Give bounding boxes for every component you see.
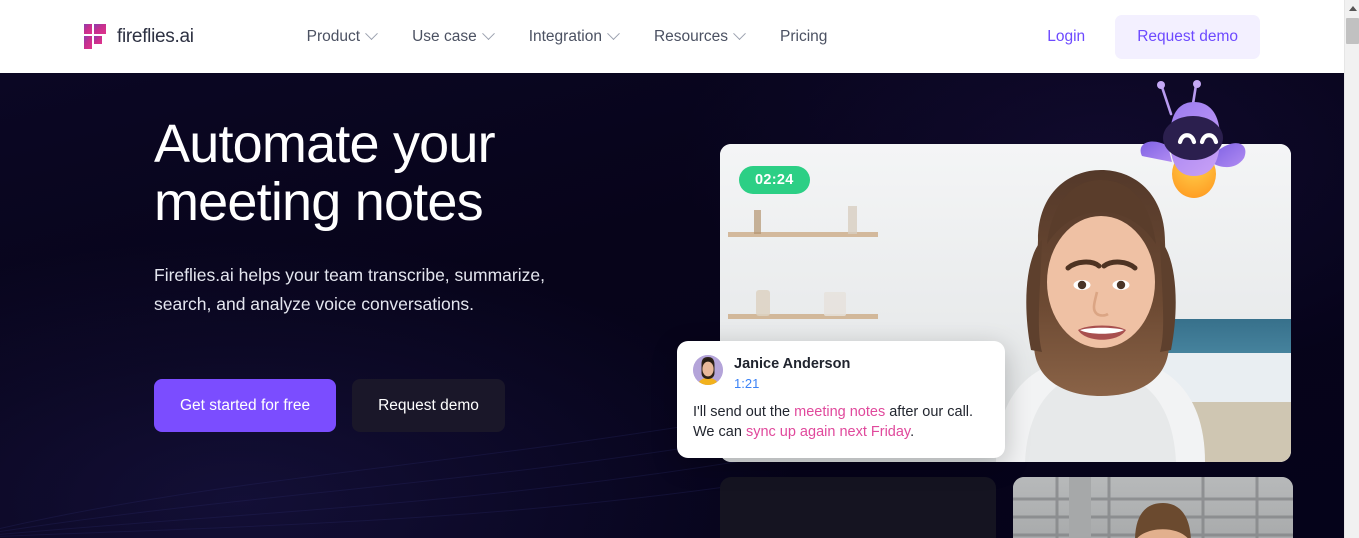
nav-item-integration[interactable]: Integration: [511, 18, 636, 56]
hero-request-demo-button[interactable]: Request demo: [352, 379, 505, 432]
nav-label: Pricing: [780, 27, 828, 45]
nav-item-pricing[interactable]: Pricing: [762, 18, 845, 56]
comment-author: Janice Anderson: [734, 356, 851, 372]
comment-meta: Janice Anderson 1:21: [734, 355, 850, 391]
fireflies-logo-circle-card[interactable]: [720, 477, 996, 538]
comment-line1-pre: I'll send out the: [693, 404, 795, 420]
timestamp-badge: 02:24: [739, 166, 810, 194]
nav-label: Use case: [412, 27, 477, 45]
nav-label: Product: [306, 27, 361, 45]
request-demo-button[interactable]: Request demo: [1115, 14, 1260, 59]
chevron-down-icon: [733, 27, 746, 41]
fireflies-robot-mascot-icon: [1140, 78, 1250, 206]
page-content: fireflies.ai Product Use case Integratio…: [0, 0, 1344, 538]
secondary-cards-row: [720, 477, 1344, 538]
headline-line-1: Automate your: [154, 114, 496, 174]
nav-item-product[interactable]: Product: [289, 18, 394, 56]
brand-logo[interactable]: fireflies.ai: [84, 24, 194, 49]
comment-timestamp: 1:21: [734, 376, 760, 391]
nav-item-use-case[interactable]: Use case: [394, 18, 511, 56]
meeting-notes-link[interactable]: meeting notes: [794, 404, 885, 420]
comment-card[interactable]: Janice Anderson 1:21 I'll send out the m…: [677, 341, 1005, 458]
comment-line1-post: after our call.: [885, 404, 974, 420]
chevron-down-icon: [481, 27, 495, 41]
scrollbar-thumb[interactable]: [1346, 18, 1359, 44]
fireflies-logo-icon: [84, 24, 106, 49]
nav-label: Integration: [528, 27, 602, 45]
site-header: fireflies.ai Product Use case Integratio…: [0, 0, 1344, 73]
main-nav: Product Use case Integration Resources P…: [289, 18, 846, 56]
page-title: Automate your meeting notes: [154, 115, 714, 231]
nav-label: Resources: [653, 27, 729, 45]
brand-name: fireflies.ai: [117, 25, 194, 47]
vertical-scrollbar[interactable]: [1344, 0, 1359, 538]
comment-body: I'll send out the meeting notes after ou…: [693, 402, 987, 442]
comment-line2-post: .: [910, 424, 915, 440]
browser-viewport: fireflies.ai Product Use case Integratio…: [0, 0, 1359, 538]
get-started-button[interactable]: Get started for free: [154, 379, 337, 432]
comment-line2-pre: We can: [693, 424, 746, 440]
comment-header: Janice Anderson 1:21: [693, 355, 987, 391]
headline-line-2: meeting notes: [154, 172, 484, 232]
avatar: [693, 355, 723, 385]
hero-subheading: Fireflies.ai helps your team transcribe,…: [154, 265, 545, 314]
sync-up-link[interactable]: sync up again next Friday: [746, 424, 910, 440]
nav-item-resources[interactable]: Resources: [636, 18, 762, 56]
login-link[interactable]: Login: [1043, 22, 1089, 52]
header-actions: Login Request demo: [1043, 14, 1260, 59]
chevron-down-icon: [365, 27, 378, 41]
chevron-down-icon: [607, 27, 620, 41]
scroll-up-arrow-icon[interactable]: [1345, 0, 1359, 17]
man-on-video-call-photo[interactable]: [1013, 477, 1293, 538]
